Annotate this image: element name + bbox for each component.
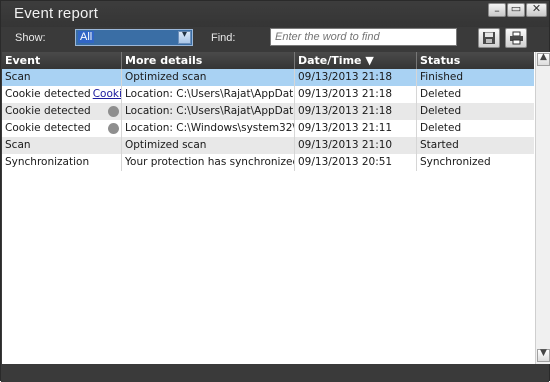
chevron-down-icon: ▼: [540, 348, 547, 358]
event-cell: Cookie detected: [2, 103, 122, 120]
column-header-status[interactable]: Status: [417, 52, 534, 69]
info-dot-icon[interactable]: [108, 106, 119, 117]
event-cell: Synchronization: [2, 154, 122, 171]
status-cell: Finished: [420, 71, 464, 83]
status-bar: [1, 364, 549, 382]
status-cell: Synchronized: [420, 156, 491, 168]
chevron-down-icon: ▾: [181, 29, 188, 40]
details-cell: Your protection has synchronized with ..…: [122, 154, 295, 171]
printer-icon: [510, 31, 523, 45]
toolbar: Show: All ▾ Find:: [1, 27, 549, 52]
minimize-icon: –: [494, 4, 500, 17]
table-row[interactable]: Cookie detected Location: C:\Users\Rajat…: [2, 103, 534, 120]
table-row[interactable]: Synchronization Your protection has sync…: [2, 154, 534, 171]
close-icon: ✕: [531, 2, 542, 15]
scroll-down-button[interactable]: ▼: [537, 348, 550, 362]
table-row[interactable]: Cookie detected Location: C:\Windows\sys…: [2, 120, 534, 137]
vertical-scrollbar[interactable]: ▲ ▼: [535, 52, 550, 364]
details-cell: Optimized scan: [122, 137, 295, 154]
event-text: Cookie detected: [5, 105, 91, 117]
table-row[interactable]: Scan Optimized scan 09/13/2013 21:18 Fin…: [2, 69, 534, 86]
maximize-button[interactable]: ▭: [507, 2, 525, 17]
show-filter-select[interactable]: All ▾: [75, 29, 193, 46]
datetime-cell: 09/13/2013 21:18: [295, 103, 417, 120]
details-cell: Optimized scan: [122, 69, 295, 86]
info-dot-icon[interactable]: [108, 123, 119, 134]
event-cell: Scan: [2, 137, 122, 154]
find-input[interactable]: [270, 28, 457, 46]
datetime-cell: 09/13/2013 21:11: [295, 120, 417, 137]
details-cell: Location: C:\Users\Rajat\AppData\Loc...: [122, 86, 295, 103]
status-cell: Deleted: [420, 122, 462, 134]
column-header-more-details[interactable]: More details: [122, 52, 295, 69]
maximize-icon: ▭: [510, 2, 522, 15]
save-button[interactable]: [478, 28, 500, 48]
status-cell: Deleted: [420, 105, 462, 117]
table-header: Event More details Date/Time ▼ Status: [2, 52, 534, 69]
chevron-up-icon: ▲: [540, 52, 547, 62]
dropdown-button[interactable]: ▾: [178, 29, 191, 44]
cookie-link[interactable]: Cookie/C...: [93, 88, 121, 100]
column-header-date-time[interactable]: Date/Time ▼: [295, 52, 417, 69]
table-row[interactable]: Cookie detectedCookie/C... Location: C:\…: [2, 86, 534, 103]
title-bar: Event report – ▭ ✕: [1, 1, 549, 27]
datetime-cell: 09/13/2013 21:18: [295, 86, 417, 103]
floppy-disk-icon: [483, 32, 495, 44]
details-cell: Location: C:\Users\Rajat\AppData\Roa...: [122, 103, 295, 120]
details-cell: Location: C:\Windows\system32\config...: [122, 120, 295, 137]
event-report-window: Event report – ▭ ✕ Show: All ▾ Find: Ent…: [0, 0, 550, 382]
column-header-event[interactable]: Event: [2, 52, 122, 69]
print-button[interactable]: [505, 28, 527, 48]
event-text: Cookie detected: [5, 122, 91, 134]
event-cell: Cookie detected: [2, 120, 122, 137]
scroll-up-button[interactable]: ▲: [537, 52, 550, 66]
event-text: Cookie detected: [5, 88, 91, 100]
table-row[interactable]: Scan Optimized scan 09/13/2013 21:10 Sta…: [2, 137, 534, 154]
show-label: Show:: [15, 32, 46, 44]
event-table: Event More details Date/Time ▼ Status Sc…: [2, 52, 550, 364]
event-cell: Scan: [2, 69, 122, 86]
window-title: Event report: [14, 5, 99, 22]
datetime-cell: 09/13/2013 21:10: [295, 137, 417, 154]
minimize-button[interactable]: –: [488, 3, 506, 17]
find-label: Find:: [211, 32, 236, 44]
status-cell: Started: [420, 139, 459, 151]
close-button[interactable]: ✕: [526, 2, 547, 17]
show-filter-value: All: [78, 31, 95, 43]
datetime-cell: 09/13/2013 21:18: [295, 69, 417, 86]
event-cell: Cookie detectedCookie/C...: [2, 86, 122, 103]
datetime-cell: 09/13/2013 20:51: [295, 154, 417, 171]
status-cell: Deleted: [420, 88, 462, 100]
